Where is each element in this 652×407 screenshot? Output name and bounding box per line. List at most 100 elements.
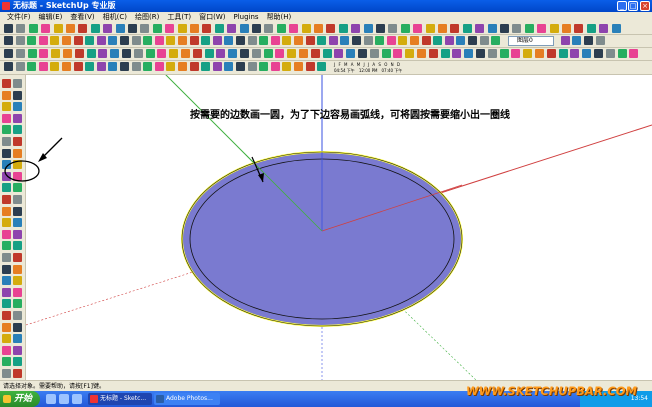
left-tool-icon[interactable] <box>13 102 22 112</box>
toolbar-tool-icon[interactable] <box>212 36 222 45</box>
toolbar-tool-icon[interactable] <box>53 24 63 33</box>
toolbar-tool-icon[interactable] <box>189 36 199 45</box>
toolbar-tool-icon[interactable] <box>511 49 521 58</box>
toolbar-tool-icon[interactable] <box>201 62 211 71</box>
toolbar-tool-icon[interactable] <box>464 49 474 58</box>
toolbar-tool-icon[interactable] <box>523 49 533 58</box>
toolbar-tool-icon[interactable] <box>201 36 211 45</box>
left-tool-icon[interactable] <box>13 287 22 297</box>
toolbar-tool-icon[interactable] <box>66 24 75 33</box>
toolbar-tool-icon[interactable] <box>74 49 84 58</box>
toolbar-tool-icon[interactable] <box>177 24 187 33</box>
menu-edit[interactable]: 编辑(E) <box>35 12 67 23</box>
toolbar-tool-icon[interactable] <box>236 62 245 71</box>
toolbar-tool-icon[interactable] <box>154 36 164 45</box>
toolbar-tool-icon[interactable] <box>276 24 286 33</box>
toolbar-tool-icon[interactable] <box>386 36 396 45</box>
toolbar-tool-icon[interactable] <box>264 24 274 33</box>
menu-camera[interactable]: 相机(C) <box>99 12 131 23</box>
quicklaunch-ie-icon[interactable] <box>46 394 56 404</box>
toolbar-tool-icon[interactable] <box>375 36 385 45</box>
minimize-button[interactable]: _ <box>617 1 627 11</box>
toolbar-tool-icon[interactable] <box>190 24 199 33</box>
left-tool-icon[interactable] <box>13 276 22 286</box>
menu-window[interactable]: 窗口(W) <box>195 12 229 23</box>
toolbar-tool-icon[interactable] <box>410 36 419 45</box>
toolbar-tool-icon[interactable] <box>346 49 356 58</box>
toolbar-tool-icon[interactable] <box>287 49 297 58</box>
start-button[interactable]: 开始 <box>0 391 40 407</box>
toolbar-tool-icon[interactable] <box>259 62 269 71</box>
toolbar-tool-icon[interactable] <box>239 24 249 33</box>
toolbar-tool-icon[interactable] <box>475 24 485 33</box>
toolbar-tool-icon[interactable] <box>108 62 118 71</box>
toolbar-tool-icon[interactable] <box>62 62 71 71</box>
left-tool-icon[interactable] <box>13 311 22 320</box>
toolbar-tool-icon[interactable] <box>143 36 153 45</box>
toolbar-tool-icon[interactable] <box>584 36 593 45</box>
toolbar-tool-icon[interactable] <box>487 49 497 58</box>
toolbar-tool-icon[interactable] <box>270 36 280 45</box>
left-tool-icon[interactable] <box>13 206 22 216</box>
toolbar-tool-icon[interactable] <box>462 24 472 33</box>
toolbar-tool-icon[interactable] <box>4 24 13 33</box>
close-button[interactable]: × <box>640 1 650 11</box>
toolbar-tool-icon[interactable] <box>120 36 129 45</box>
toolbar-tool-icon[interactable] <box>594 49 603 58</box>
toolbar-tool-icon[interactable] <box>259 36 269 45</box>
toolbar-tool-icon[interactable] <box>400 24 410 33</box>
toolbar-tool-icon[interactable] <box>452 49 462 58</box>
toolbar-tool-icon[interactable] <box>73 36 83 45</box>
left-tool-icon[interactable] <box>2 299 11 309</box>
toolbar-tool-icon[interactable] <box>90 24 100 33</box>
left-tool-icon[interactable] <box>2 218 11 228</box>
menu-plugins[interactable]: Plugins <box>229 12 262 23</box>
toolbar-tool-icon[interactable] <box>228 49 238 58</box>
left-tool-icon[interactable] <box>13 345 22 355</box>
toolbar-tool-icon[interactable] <box>27 49 37 58</box>
menu-draw[interactable]: 绘图(R) <box>131 12 163 23</box>
toolbar-tool-icon[interactable] <box>236 36 245 45</box>
left-tool-icon[interactable] <box>13 218 22 228</box>
toolbar-tool-icon[interactable] <box>599 24 609 33</box>
left-tool-icon[interactable] <box>2 276 11 286</box>
toolbar-tool-icon[interactable] <box>128 24 137 33</box>
toolbar-tool-icon[interactable] <box>140 24 150 33</box>
left-tool-icon[interactable] <box>13 357 22 367</box>
toolbar-tool-icon[interactable] <box>27 62 37 71</box>
toolbar-tool-icon[interactable] <box>428 49 438 58</box>
toolbar-tool-icon[interactable] <box>152 24 162 33</box>
maximize-button[interactable]: □ <box>628 1 638 11</box>
quicklaunch-media-icon[interactable] <box>72 394 82 404</box>
toolbar-tool-icon[interactable] <box>305 36 315 45</box>
toolbar-tool-icon[interactable] <box>157 49 167 58</box>
toolbar-tool-icon[interactable] <box>512 24 522 33</box>
toolbar-tool-icon[interactable] <box>405 49 415 58</box>
toolbar-tool-icon[interactable] <box>363 36 373 45</box>
toolbar-tool-icon[interactable] <box>393 49 403 58</box>
left-tool-icon[interactable] <box>13 113 22 123</box>
left-tool-icon[interactable] <box>13 264 22 274</box>
toolbar-tool-icon[interactable] <box>110 49 120 58</box>
toolbar-tool-icon[interactable] <box>282 36 292 45</box>
toolbar-tool-icon[interactable] <box>499 49 509 58</box>
toolbar-tool-icon[interactable] <box>479 36 489 45</box>
toolbar-tool-icon[interactable] <box>611 24 621 33</box>
toolbar-tool-icon[interactable] <box>85 62 95 71</box>
menu-view[interactable]: 查看(V) <box>66 12 98 23</box>
toolbar-tool-icon[interactable] <box>115 24 125 33</box>
toolbar-tool-icon[interactable] <box>39 49 49 58</box>
toolbar-tool-icon[interactable] <box>605 49 615 58</box>
toolbar-tool-icon[interactable] <box>131 62 141 71</box>
toolbar-tool-icon[interactable] <box>103 24 113 33</box>
toolbar-tool-icon[interactable] <box>275 49 285 58</box>
toolbar-tool-icon[interactable] <box>166 36 176 45</box>
toolbar-tool-icon[interactable] <box>166 62 176 71</box>
toolbar-tool-icon[interactable] <box>50 36 60 45</box>
toolbar-tool-icon[interactable] <box>369 49 379 58</box>
toolbar-tool-icon[interactable] <box>212 62 222 71</box>
toolbar-tool-icon[interactable] <box>305 62 315 71</box>
toolbar-tool-icon[interactable] <box>491 36 501 45</box>
left-tool-icon[interactable] <box>13 299 22 309</box>
toolbar-tool-icon[interactable] <box>322 49 332 58</box>
